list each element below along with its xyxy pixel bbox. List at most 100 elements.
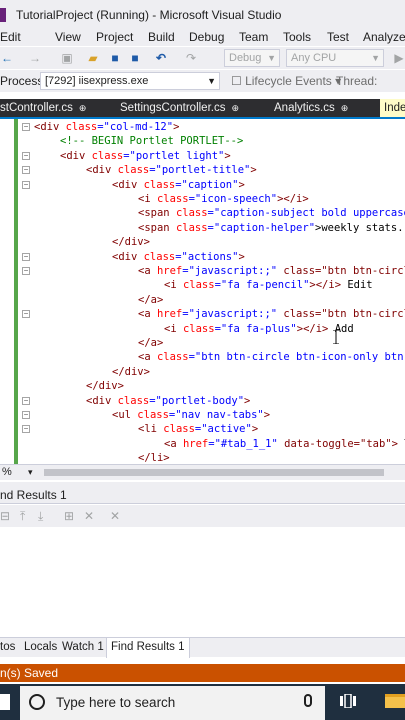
new-project-icon[interactable]: ▣ bbox=[60, 51, 74, 65]
code-text: > bbox=[173, 121, 180, 133]
menu-bar: Edit View Project Build Debug Team Tools… bbox=[0, 30, 405, 46]
code-attribute: class bbox=[65, 121, 98, 133]
stop-find-icon[interactable]: ✕ bbox=[110, 509, 120, 523]
collapse-toggle-icon[interactable]: − bbox=[22, 396, 30, 405]
undo-icon[interactable]: ↶ bbox=[154, 51, 168, 65]
code-text: > bbox=[238, 250, 245, 263]
code-line: </a> bbox=[138, 293, 163, 307]
lifecycle-events-label: Lifecycle Events bbox=[245, 74, 332, 88]
tab-analytics[interactable]: Analytics.cs ⊕ bbox=[274, 99, 370, 117]
start-debugging-icon[interactable]: ▶ bbox=[392, 51, 405, 65]
tab-watch-1[interactable]: Watch 1 bbox=[62, 641, 104, 653]
pin-icon[interactable]: ⊕ bbox=[231, 103, 239, 113]
solution-platform-combo[interactable]: Any CPU ▼ bbox=[286, 49, 384, 67]
menu-build[interactable]: Build bbox=[148, 30, 175, 44]
code-tag: </div> bbox=[86, 380, 124, 393]
find-results-body[interactable] bbox=[0, 527, 405, 637]
lifecycle-events-button[interactable]: ☐ Lifecycle Events ▾ bbox=[231, 74, 341, 88]
find-results-header: nd Results 1 bbox=[0, 486, 405, 504]
clear-all-icon[interactable]: ⊞ bbox=[64, 509, 74, 523]
zoom-level[interactable]: % bbox=[2, 466, 12, 478]
code-tag: <i bbox=[164, 279, 183, 292]
collapse-toggle-icon[interactable]: − bbox=[22, 151, 30, 160]
menu-project[interactable]: Project bbox=[96, 30, 133, 44]
code-text: > bbox=[263, 409, 271, 421]
go-to-location-icon[interactable]: ⊟ bbox=[0, 509, 10, 523]
code-tag: <span bbox=[138, 221, 176, 234]
collapse-toggle-icon[interactable]: − bbox=[22, 252, 30, 261]
code-editor[interactable]: <div class="col-md-12"> − <!-- BEGIN Portl… bbox=[0, 119, 405, 464]
solution-configuration-combo[interactable]: Debug ▼ bbox=[224, 49, 280, 67]
code-attribute: class bbox=[117, 164, 150, 177]
code-text: Edit bbox=[341, 279, 373, 292]
code-value: ="#tab_1_1" bbox=[208, 437, 278, 450]
tab-stcontroller[interactable]: stController.cs ⊕ bbox=[0, 99, 104, 117]
collapse-toggle-icon[interactable]: − bbox=[22, 123, 30, 131]
tab-index-active[interactable]: Inde bbox=[380, 99, 405, 117]
code-tag: <div bbox=[60, 149, 92, 162]
task-view-icon[interactable] bbox=[340, 694, 356, 708]
redo-icon[interactable]: ↷ bbox=[184, 51, 198, 65]
code-attribute: class bbox=[143, 250, 176, 263]
status-bar: n(s) Saved bbox=[0, 664, 405, 682]
microphone-icon[interactable] bbox=[304, 694, 312, 707]
collapse-toggle-icon[interactable]: − bbox=[22, 411, 30, 419]
visual-studio-logo-icon bbox=[0, 8, 6, 22]
code-line: </li> bbox=[138, 451, 170, 464]
code-line: <!-- BEGIN Portlet PORTLET--> bbox=[60, 134, 243, 148]
menu-tools[interactable]: Tools bbox=[283, 30, 311, 44]
save-icon[interactable]: ■ bbox=[108, 51, 122, 65]
menu-test[interactable]: Test bbox=[327, 30, 349, 44]
pin-icon[interactable]: ⊕ bbox=[79, 103, 87, 113]
code-line: </div> bbox=[112, 365, 150, 379]
tab-settingscontroller[interactable]: SettingsController.cs ⊕ bbox=[120, 99, 260, 117]
pin-icon[interactable]: ⊕ bbox=[341, 103, 349, 113]
taskbar-search-box[interactable]: Type here to search bbox=[20, 686, 325, 720]
collapse-toggle-icon[interactable]: − bbox=[22, 180, 30, 189]
title-bar: TutorialProject (Running) - Microsoft Vi… bbox=[0, 0, 405, 30]
tab-autos[interactable]: tos bbox=[0, 641, 15, 653]
code-attribute: class bbox=[156, 193, 189, 205]
menu-team[interactable]: Team bbox=[239, 30, 268, 44]
collapse-toggle-icon[interactable]: − bbox=[22, 267, 30, 275]
code-tag: </a> bbox=[138, 293, 164, 306]
navigate-forward-icon[interactable]: → bbox=[28, 51, 42, 65]
code-text: ></i> bbox=[309, 279, 342, 292]
clear-icon[interactable]: ✕ bbox=[84, 509, 94, 523]
navigate-back-icon[interactable]: ← bbox=[0, 51, 14, 65]
code-line: <li class="active"> bbox=[138, 422, 258, 436]
code-value: ="portlet-title" bbox=[149, 164, 251, 177]
file-explorer-icon[interactable] bbox=[385, 694, 405, 708]
ibeam-cursor-icon bbox=[333, 330, 339, 344]
tab-label: stController.cs bbox=[0, 102, 73, 114]
find-results-toolbar: ⊟ ⤒ ⤓ ⊞ ✕ ✕ bbox=[0, 505, 405, 527]
horizontal-scrollbar[interactable] bbox=[44, 469, 384, 476]
menu-view[interactable]: View bbox=[55, 30, 81, 44]
collapse-toggle-icon[interactable]: − bbox=[22, 310, 30, 319]
code-tag: <a bbox=[138, 351, 157, 364]
code-line: <i class="fa fa-plus"></i> Add bbox=[164, 322, 354, 336]
menu-analyze[interactable]: Analyze bbox=[363, 30, 405, 44]
collapse-toggle-icon[interactable]: − bbox=[22, 166, 30, 175]
tab-find-results-1[interactable]: Find Results 1 bbox=[106, 638, 190, 658]
previous-result-icon[interactable]: ⤒ bbox=[20, 509, 25, 524]
save-all-icon[interactable]: ■ bbox=[128, 51, 142, 65]
code-tag: <div bbox=[86, 164, 118, 177]
code-tag: </a> bbox=[138, 337, 164, 349]
process-combo[interactable]: [7292] iisexpress.exe ▼ bbox=[40, 72, 220, 90]
code-text: > bbox=[244, 394, 251, 407]
windows-start-icon[interactable] bbox=[0, 694, 10, 710]
menu-debug[interactable]: Debug bbox=[189, 30, 224, 44]
menu-edit[interactable]: Edit bbox=[0, 30, 21, 44]
open-file-icon[interactable]: ▰ bbox=[86, 51, 100, 65]
tab-locals[interactable]: Locals bbox=[24, 641, 57, 653]
code-line: <a href="javascript:;" class="btn btn-ci… bbox=[138, 264, 405, 278]
code-attribute: class bbox=[175, 207, 208, 220]
solution-configuration-value: Debug bbox=[229, 52, 262, 64]
find-results-title: nd Results 1 bbox=[0, 488, 67, 502]
code-attribute: class bbox=[156, 351, 189, 364]
code-text: data-toggle="tab"> bbox=[277, 437, 398, 450]
next-result-icon[interactable]: ⤓ bbox=[38, 509, 43, 524]
collapse-toggle-icon[interactable]: − bbox=[22, 425, 30, 434]
chevron-down-icon[interactable]: ▾ bbox=[28, 467, 33, 478]
